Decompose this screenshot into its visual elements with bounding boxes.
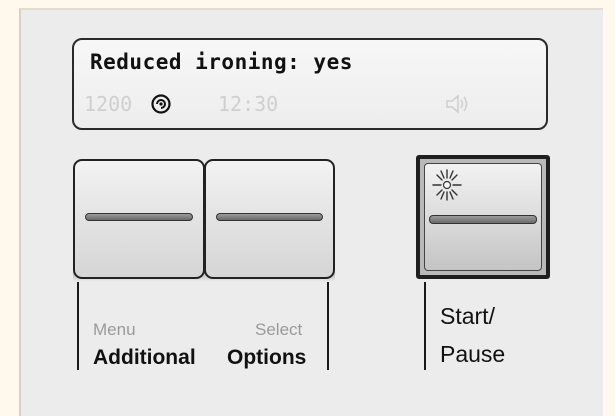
select-label: Select <box>255 320 303 339</box>
pause-label: Pause <box>440 341 506 367</box>
display-message: Reduced ironing: yes <box>90 50 353 74</box>
spin-icon <box>151 94 171 114</box>
menu-options-button-group <box>73 159 335 279</box>
time-readout: 12:30 <box>218 92 279 116</box>
select-options-button[interactable] <box>204 159 335 279</box>
bracket-line-left <box>77 282 79 370</box>
button-bar <box>216 213 323 221</box>
start-pause-button[interactable] <box>424 163 542 271</box>
button-bar <box>85 213 193 221</box>
menu-additional-button[interactable] <box>73 159 205 279</box>
bracket-line-start <box>424 282 426 370</box>
start-pause-frame <box>416 155 550 279</box>
sun-icon <box>432 169 462 201</box>
speaker-icon <box>446 94 468 114</box>
bracket-line-right <box>327 282 329 370</box>
start-label: Start/ <box>440 303 495 329</box>
button-bar <box>429 215 537 224</box>
options-label: Options <box>227 346 307 369</box>
additional-label: Additional <box>93 346 196 369</box>
lcd-display: Reduced ironing: yes 1200 12:30 <box>72 38 548 130</box>
spin-speed-readout: 1200 <box>84 92 133 116</box>
menu-label: Menu <box>93 320 136 339</box>
